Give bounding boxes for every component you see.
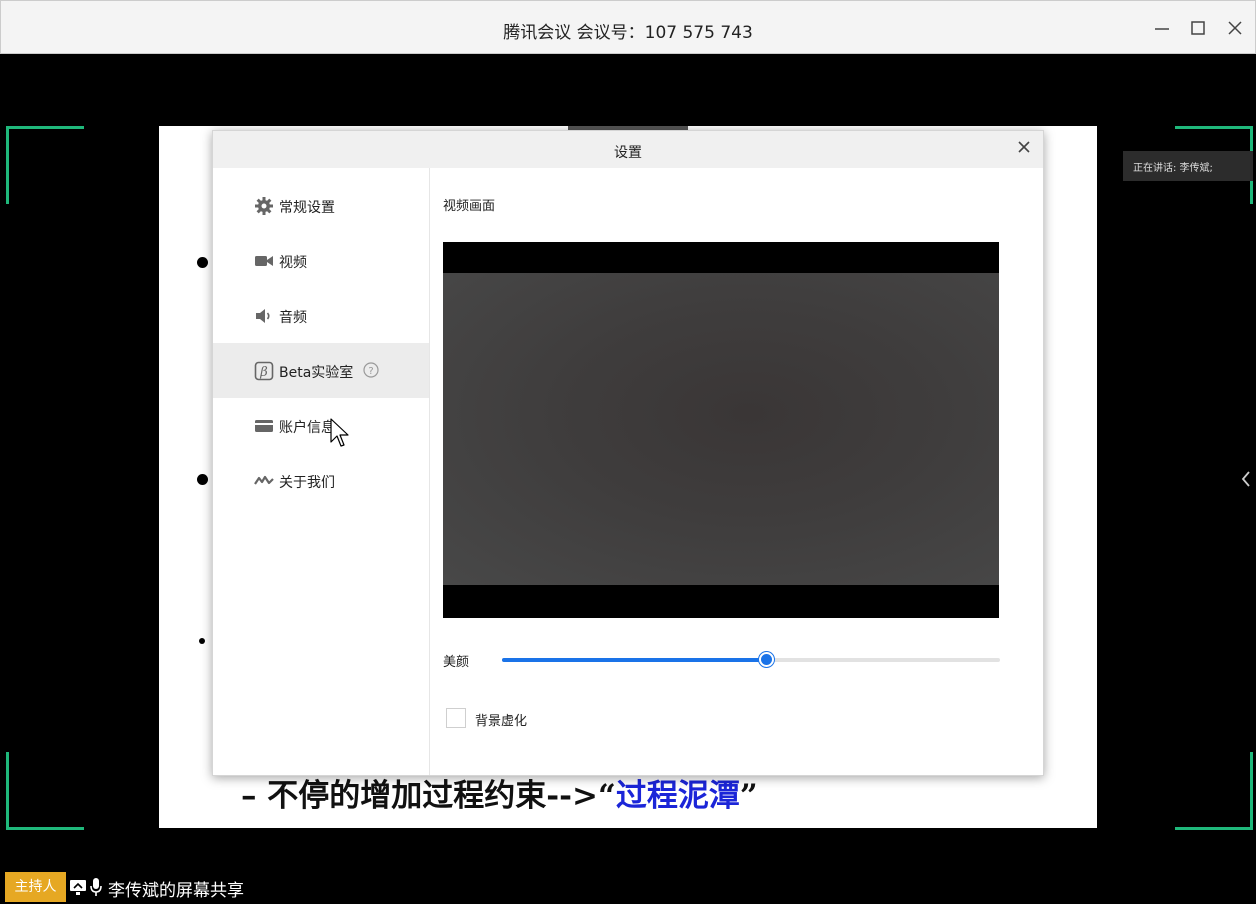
settings-content: 视频画面 美颜 背景虚化 [431,168,1043,775]
frame-corner-bottom-left [6,752,84,830]
expand-panel-button[interactable] [1239,468,1253,490]
camera-feed [443,273,999,585]
speaking-indicator: 正在讲话: 李传斌; [1123,151,1253,181]
screen-share-label: 李传斌的屏幕共享 [108,881,244,901]
beauty-slider-thumb[interactable] [758,652,774,667]
host-badge: 主持人 [5,872,66,902]
speaker-icon [256,309,270,323]
dialog-close-button[interactable] [1014,137,1034,157]
gear-icon [255,197,273,215]
beta-icon: β [254,361,274,381]
svg-text:?: ? [368,366,373,377]
video-preview [443,242,999,618]
window-title: 腾讯会议 会议号：107 575 743 [503,23,753,43]
close-icon [1228,21,1242,35]
close-window-button[interactable] [1222,15,1248,41]
help-icon[interactable]: ? [363,362,379,378]
slide-text-suffix: ” [739,778,758,814]
logo-icon [254,475,274,485]
sidebar-item-video[interactable]: 视频 [213,233,429,288]
sidebar-item-label: 常规设置 [279,200,335,216]
maximize-icon [1191,21,1205,35]
maximize-button[interactable] [1185,15,1211,41]
sidebar-item-account[interactable]: 账户信息 [213,398,429,453]
sidebar-item-label: 账户信息 [279,420,335,436]
slide-text-prefix: – 不停的增加过程约束-->“ [241,778,616,814]
sidebar-item-audio[interactable]: 音频 [213,288,429,343]
frame-corner-bottom-right [1175,752,1253,830]
frame-corner-top-left [6,126,84,204]
window-titlebar: 腾讯会议 会议号：107 575 743 [0,0,1256,54]
sidebar-item-label: 关于我们 [279,475,335,491]
microphone-icon [90,878,102,896]
background-blur-label: 背景虚化 [475,714,528,729]
slide-bullet [197,257,208,268]
screen-share-icon [70,880,86,895]
background-blur-checkbox[interactable] [446,708,466,728]
slide-text-line: – 不停的增加过程约束-->“过程泥潭” [241,770,758,815]
close-icon [1018,141,1030,153]
chevron-left-icon [1241,471,1250,487]
slide-bullet [199,638,205,644]
video-camera-icon [255,256,273,266]
beauty-slider-fill [502,658,766,662]
settings-sidebar: 常规设置 视频 音频 β Beta实验室 ? 账户信息 关于我们 [213,168,430,775]
minimize-button[interactable] [1149,15,1175,41]
svg-text:β: β [259,365,268,380]
sidebar-item-label: Beta实验室 [279,365,354,381]
sidebar-item-about[interactable]: 关于我们 [213,453,429,508]
sidebar-item-label: 音频 [279,310,307,326]
share-status-bar: 主持人 李传斌的屏幕共享 [3,872,603,902]
sidebar-item-beta-lab[interactable]: β Beta实验室 ? [213,343,429,398]
sidebar-item-label: 视频 [279,255,307,271]
sidebar-item-general[interactable]: 常规设置 [213,178,429,233]
beauty-slider[interactable] [502,652,1000,667]
video-preview-title: 视频画面 [443,199,496,214]
slide-bullet [197,474,208,485]
minimize-icon [1155,28,1169,30]
card-icon [255,420,273,432]
dialog-title: 设置 [614,145,642,161]
slide-text-highlight: 过程泥潭 [615,778,740,814]
settings-dialog: 设置 常规设置 视频 音频 β Beta实验室 ? 账户信息 关于我们 视频画面… [212,130,1044,776]
dialog-header: 设置 [213,131,1043,168]
beauty-label: 美颜 [443,655,470,670]
